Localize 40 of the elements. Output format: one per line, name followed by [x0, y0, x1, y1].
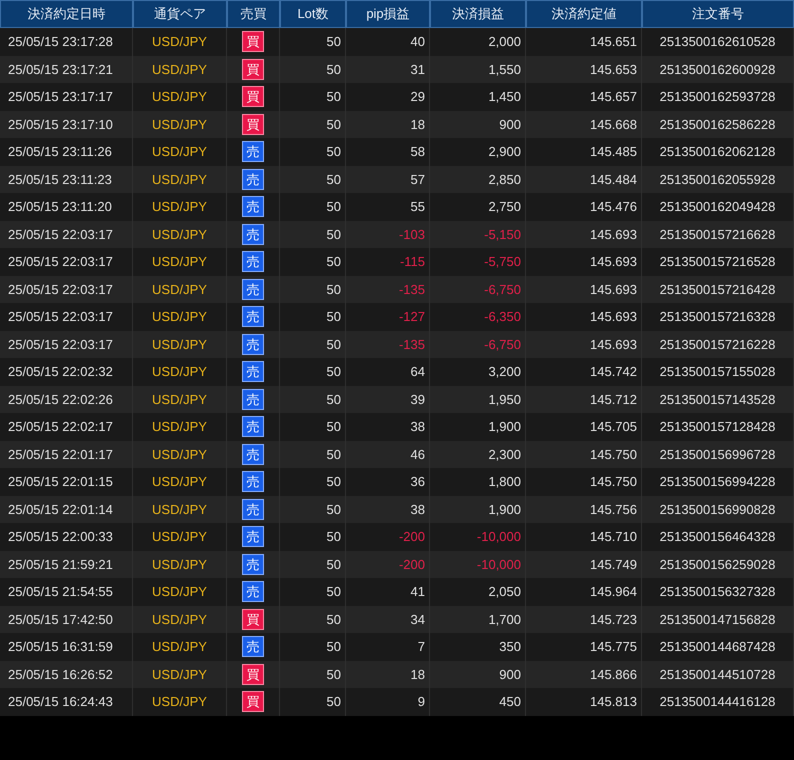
table-cell: 450	[430, 688, 526, 716]
side-badge: 売	[242, 498, 264, 520]
side-badge: 売	[242, 388, 264, 410]
side-badge: 売	[242, 334, 264, 355]
side-badge: 買	[242, 664, 264, 685]
side-badge: 売	[242, 141, 264, 162]
side-badge: 買	[242, 691, 264, 712]
side-badge: 売	[242, 526, 264, 548]
side-badge: 売	[242, 554, 264, 575]
side-badge: 買	[242, 86, 264, 108]
column-header[interactable]: 決済約定日時	[0, 0, 133, 28]
side-badge: 売	[242, 636, 264, 658]
side-badge: 売	[242, 306, 264, 328]
side-badge: 売	[242, 416, 264, 438]
table-cell: 25/05/15 16:24:43	[0, 688, 133, 716]
column-header[interactable]: 決済約定値	[526, 0, 642, 28]
side-badge: 売	[242, 361, 264, 382]
side-badge: 売	[242, 278, 264, 300]
side-badge: 売	[242, 224, 264, 245]
table-cell: 2513500144416128	[642, 688, 794, 716]
table-cell: 145.813	[526, 688, 642, 716]
column-header[interactable]: 注文番号	[642, 0, 794, 28]
column-header[interactable]: 決済損益	[430, 0, 526, 28]
side-badge: 買	[242, 58, 264, 80]
side-badge: 売	[242, 251, 264, 272]
table-cell: 9	[346, 688, 430, 716]
side-badge: 売	[242, 444, 264, 465]
column-header[interactable]: 通貨ペア	[133, 0, 227, 28]
side-badge: 売	[242, 168, 264, 190]
side-badge: 買	[242, 608, 264, 630]
column-header[interactable]: Lot数	[280, 0, 346, 28]
side-badge: 売	[242, 196, 264, 218]
side-badge: 売	[242, 581, 264, 602]
table-cell: 50	[280, 688, 346, 716]
column-header[interactable]: 売買	[227, 0, 280, 28]
side-badge: 買	[242, 31, 264, 52]
side-badge: 買	[242, 114, 264, 135]
side-badge: 売	[242, 471, 264, 492]
table-cell: USD/JPY	[133, 688, 227, 716]
column-header[interactable]: pip損益	[346, 0, 430, 28]
